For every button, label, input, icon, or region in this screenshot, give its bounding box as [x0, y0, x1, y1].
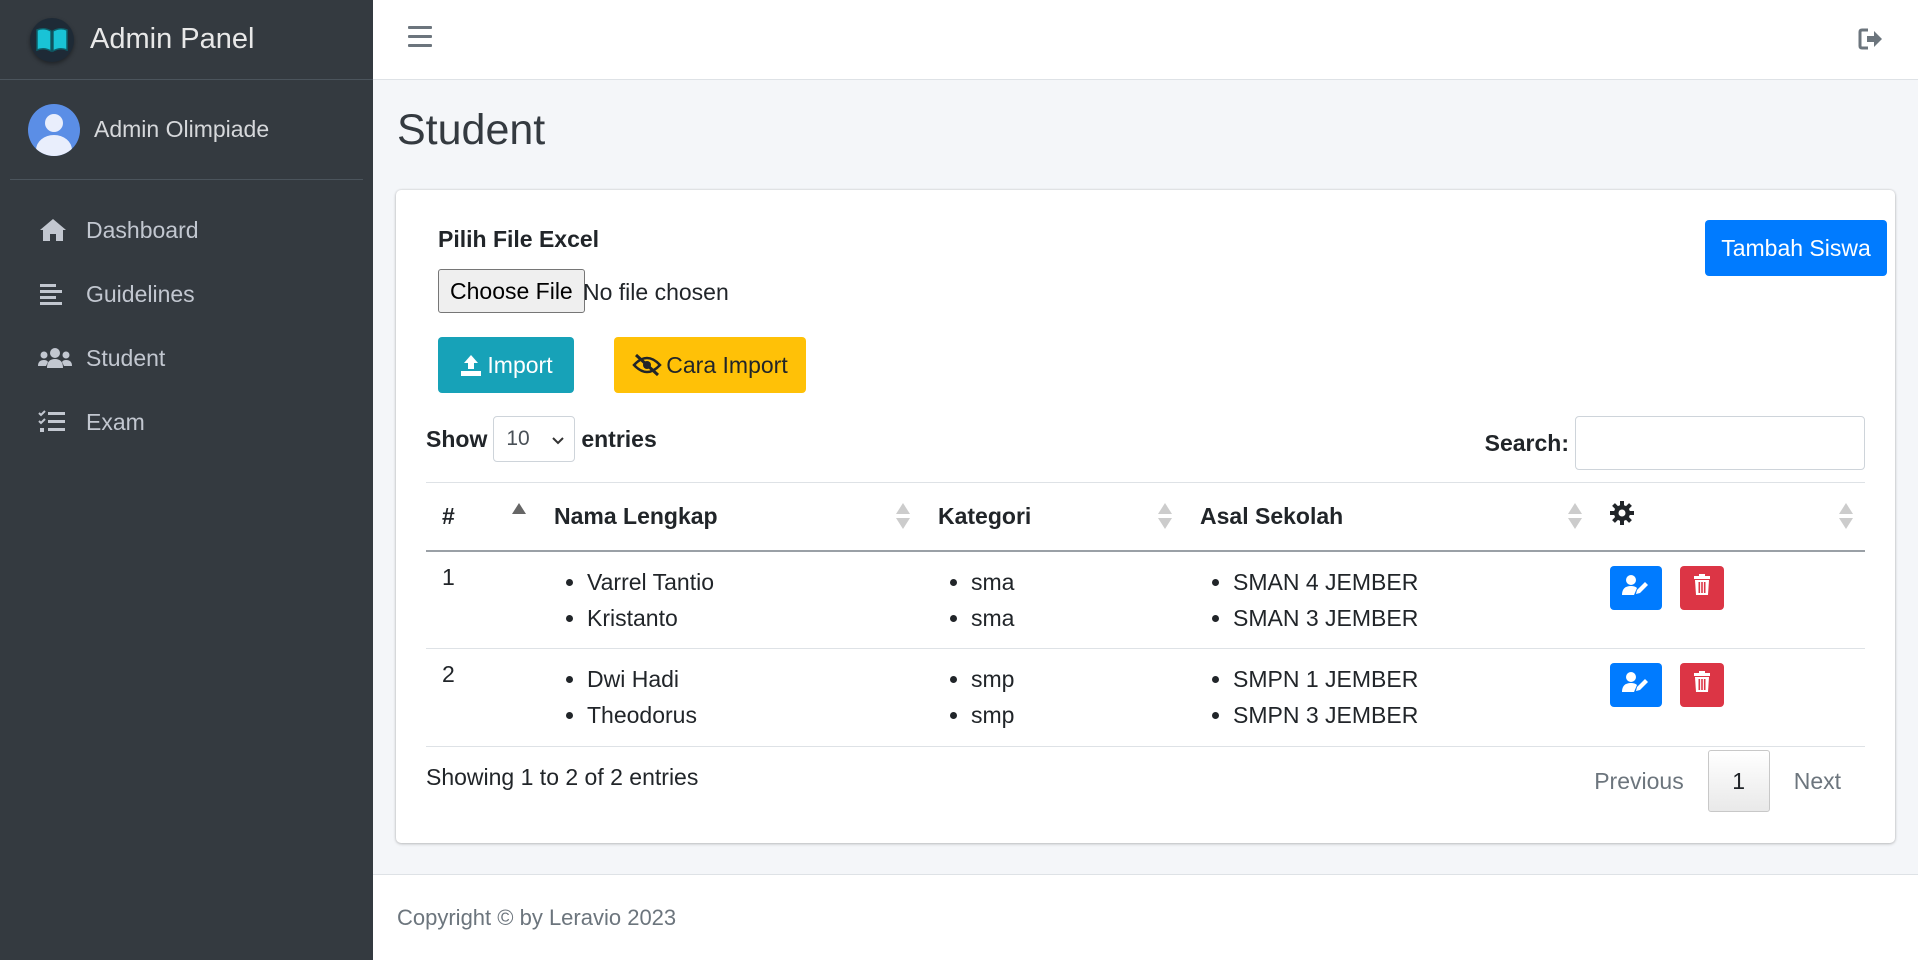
trash-icon — [1693, 671, 1711, 699]
cell-actions — [1594, 648, 1865, 747]
home-icon — [38, 215, 72, 245]
brand-title: Admin Panel — [90, 23, 255, 55]
delete-button[interactable] — [1680, 565, 1724, 610]
top-navbar — [373, 0, 1918, 80]
cell-kategori: sma sma — [922, 550, 1184, 649]
cara-import-button[interactable]: Cara Import — [614, 337, 806, 393]
user-edit-icon — [1622, 671, 1650, 699]
list-item: Dwi Hadi — [587, 661, 906, 697]
sort-icon — [1158, 503, 1172, 531]
cell-nama: Varrel Tantio Kristanto — [538, 550, 922, 649]
list-item: Kristanto — [587, 600, 906, 636]
cell-nama: Dwi Hadi Theodorus — [538, 648, 922, 747]
import-button[interactable]: Import — [438, 337, 574, 393]
sidebar-item-exam[interactable]: Exam — [0, 390, 373, 454]
avatar — [28, 103, 80, 156]
eye-slash-icon — [632, 353, 662, 377]
search: Search: — [1485, 416, 1865, 470]
tasks-icon — [38, 407, 72, 437]
edit-button[interactable] — [1610, 663, 1662, 707]
cell-kategori: smp smp — [922, 648, 1184, 747]
cara-import-label: Cara Import — [666, 351, 788, 378]
list-item: Theodorus — [587, 697, 906, 733]
entries-label: entries — [581, 425, 657, 452]
pagination: Previous 1 Next — [1570, 750, 1865, 812]
table-row: 1 Varrel Tantio Kristanto sma sma SMAN 4… — [426, 550, 1865, 649]
show-label: Show — [426, 425, 488, 452]
list-item: SMAN 3 JEMBER — [1233, 600, 1578, 636]
brand[interactable]: Admin Panel — [0, 0, 373, 80]
chevron-down-icon — [552, 427, 565, 451]
sidebar-item-dashboard[interactable]: Dashboard — [0, 198, 373, 262]
table-info: Showing 1 to 2 of 2 entries — [426, 764, 699, 790]
sidebar-item-label: Guidelines — [86, 280, 195, 307]
file-label: Pilih File Excel — [438, 226, 600, 252]
table-row: 2 Dwi Hadi Theodorus smp smp SMPN 1 JEMB… — [426, 648, 1865, 747]
page-title: Student — [397, 106, 546, 154]
menu-toggle-icon[interactable] — [408, 26, 432, 48]
user-name: Admin Olimpiade — [94, 116, 270, 142]
sort-icon — [512, 503, 526, 531]
entries-select[interactable]: 10 — [493, 416, 576, 462]
list-item: SMAN 4 JEMBER — [1233, 564, 1578, 600]
search-label: Search: — [1484, 429, 1569, 456]
column-header-actions[interactable] — [1594, 482, 1865, 552]
users-icon — [38, 343, 72, 373]
edit-button[interactable] — [1610, 565, 1662, 610]
cell-asal: SMAN 4 JEMBER SMAN 3 JEMBER — [1184, 550, 1594, 649]
upload-icon — [459, 353, 483, 377]
sidebar-item-student[interactable]: Student — [0, 326, 373, 390]
tambah-siswa-button[interactable]: Tambah Siswa — [1705, 220, 1887, 276]
choose-file-button[interactable]: Choose File — [438, 269, 585, 313]
list-item: SMPN 1 JEMBER — [1233, 661, 1578, 697]
column-header-kategori[interactable]: Kategori — [922, 482, 1184, 552]
logout-icon[interactable] — [1858, 26, 1884, 52]
sort-icon — [1568, 503, 1582, 531]
sidebar-item-label: Dashboard — [86, 216, 199, 243]
cell-num: 2 — [426, 648, 538, 747]
list-item: Varrel Tantio — [587, 564, 906, 600]
sidebar-item-guidelines[interactable]: Guidelines — [0, 262, 373, 326]
show-entries: Show 10 entries — [426, 416, 657, 462]
align-left-icon — [38, 279, 72, 309]
file-status: No file chosen — [583, 279, 729, 305]
student-card: Pilih File Excel Choose File No file cho… — [396, 190, 1895, 843]
list-item: smp — [971, 661, 1168, 697]
import-label: Import — [487, 351, 553, 378]
page-1-button[interactable]: 1 — [1707, 750, 1770, 812]
list-item: sma — [971, 600, 1168, 636]
sidebar-item-label: Exam — [86, 408, 145, 435]
list-item: smp — [971, 697, 1168, 733]
table-header-row: # Nama Lengkap Kategori Asal Sekolah — [426, 482, 1865, 552]
list-item: SMPN 3 JEMBER — [1233, 697, 1578, 733]
column-header-nama[interactable]: Nama Lengkap — [538, 482, 922, 552]
cell-actions — [1594, 550, 1865, 649]
column-header-asal[interactable]: Asal Sekolah — [1184, 482, 1594, 552]
search-input[interactable] — [1575, 416, 1865, 470]
delete-button[interactable] — [1680, 663, 1724, 707]
cell-asal: SMPN 1 JEMBER SMPN 3 JEMBER — [1184, 648, 1594, 747]
user-panel[interactable]: Admin Olimpiade — [10, 80, 363, 180]
student-table: # Nama Lengkap Kategori Asal Sekolah 1 •… — [426, 482, 1865, 747]
entries-value: 10 — [506, 427, 530, 450]
trash-icon — [1693, 573, 1711, 602]
gear-icon — [1610, 501, 1634, 530]
user-edit-icon — [1622, 574, 1650, 602]
sort-icon — [1839, 503, 1853, 531]
column-header-num[interactable]: # — [426, 482, 538, 552]
cell-num: 1 — [426, 550, 538, 649]
footer: Copyright © by Leravio 2023 — [373, 874, 1918, 960]
sidebar-item-label: Student — [86, 344, 166, 371]
book-logo-icon — [30, 17, 74, 62]
previous-button[interactable]: Previous — [1570, 768, 1707, 795]
next-button[interactable]: Next — [1770, 768, 1865, 795]
sort-icon — [896, 503, 910, 531]
sidebar: Admin Panel Admin Olimpiade Dashboard Gu… — [0, 0, 373, 960]
list-item: sma — [971, 564, 1168, 600]
copyright-text: Copyright © by Leravio 2023 — [397, 905, 677, 930]
sidebar-nav: Dashboard Guidelines Student Exam — [0, 198, 373, 454]
